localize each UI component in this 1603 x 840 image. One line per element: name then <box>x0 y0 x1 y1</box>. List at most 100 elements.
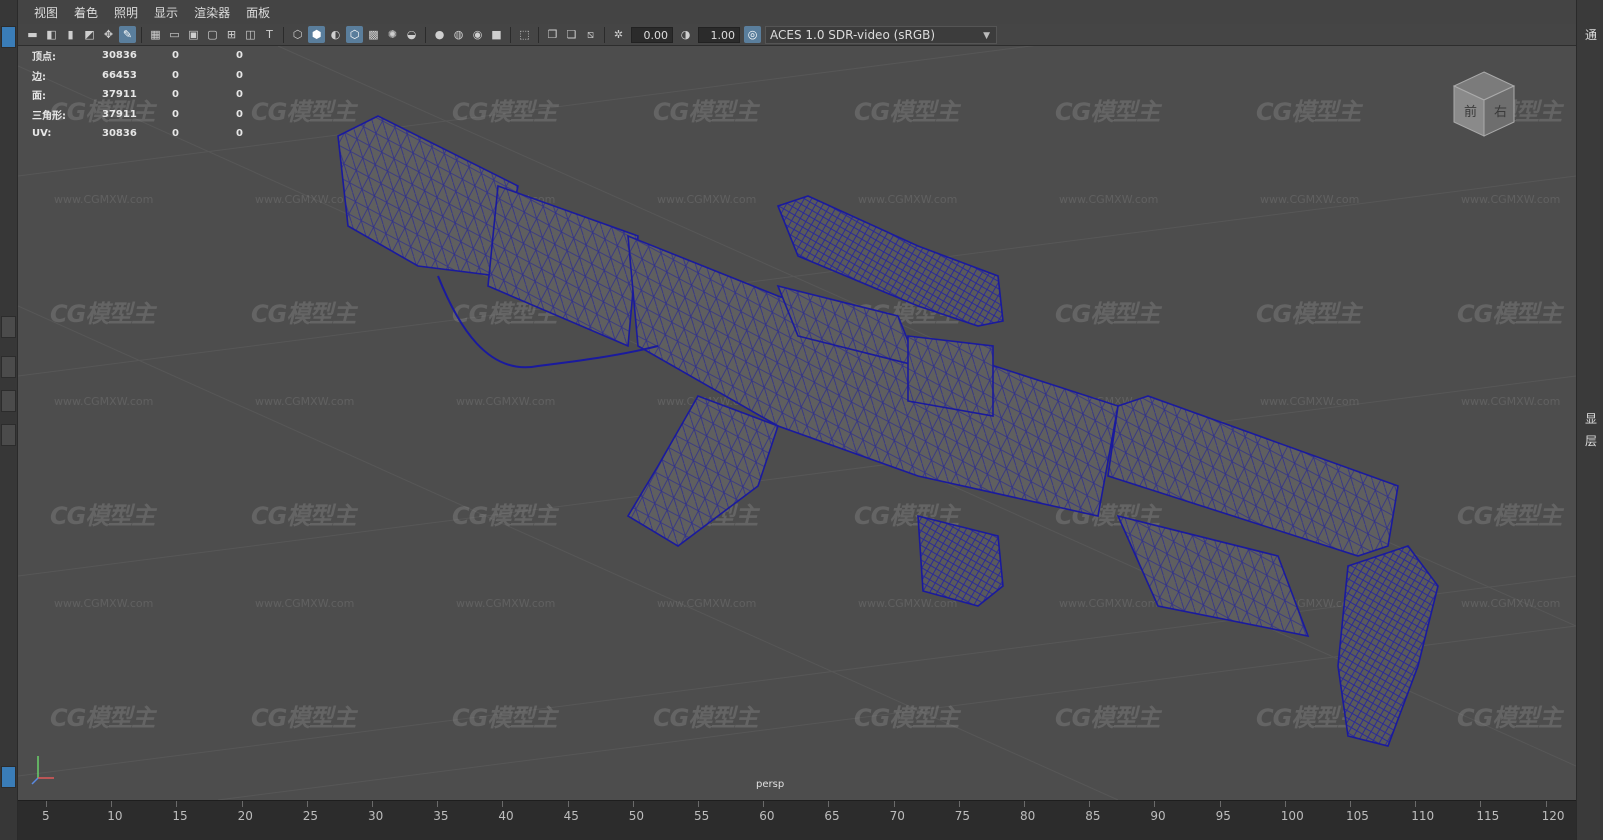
butt-pad <box>1337 545 1439 747</box>
hud-value: 0 <box>172 128 179 140</box>
time-slider[interactable]: 5 10 15 20 25 30 35 40 45 50 55 60 65 70 75 80 85 90 95 100… <box>18 800 1576 840</box>
menu-lighting[interactable]: 照明 <box>106 4 146 21</box>
exposure-field[interactable]: 0.00 <box>631 26 673 43</box>
ruler-tick <box>893 801 895 807</box>
grease-pencil-icon[interactable]: ✎ <box>119 26 136 43</box>
display-tab[interactable]: 显 <box>1585 410 1597 427</box>
ruler-frame-label: 105 <box>1346 809 1369 823</box>
shadows-icon[interactable]: ◒ <box>403 26 420 43</box>
2d-pan-icon[interactable]: ✥ <box>100 26 117 43</box>
ruler-frame-label: 80 <box>1020 809 1036 823</box>
layout-button-4[interactable] <box>1 424 16 446</box>
ruler-frame-label: 115 <box>1476 809 1500 823</box>
hud-row-uvs: UV: 30836 0 0 <box>32 124 266 144</box>
hud-label: 面: <box>32 91 46 103</box>
ruler-tick <box>437 801 439 807</box>
hud-value: 66453 <box>102 69 137 81</box>
gamma-field[interactable]: 1.00 <box>698 26 740 43</box>
hud-value: 0 <box>172 108 179 120</box>
toolbar-separator <box>283 26 284 43</box>
color-management-icon[interactable]: ◎ <box>744 26 761 43</box>
hud-value: 0 <box>236 128 243 140</box>
viewcube-front-label[interactable]: 前 <box>1464 104 1477 120</box>
safe-title-icon[interactable]: T <box>261 26 278 43</box>
ruler-tick <box>241 801 243 807</box>
channel-box-tab[interactable]: 通 <box>1585 26 1597 43</box>
menu-renderer[interactable]: 渲染器 <box>186 4 238 21</box>
anti-aliasing-icon[interactable]: ◉ <box>469 26 486 43</box>
default-material-icon[interactable]: ◐ <box>327 26 344 43</box>
3d-viewport[interactable]: CG模型主 www.CGMXW.com CG模型主 www.CGMXW.com CG模型… <box>18 46 1576 800</box>
menu-shading[interactable]: 着色 <box>66 4 106 21</box>
ruler-tick <box>958 801 960 807</box>
ruler-tick <box>698 801 699 807</box>
grid-icon[interactable]: ▦ <box>147 26 164 43</box>
ruler-tick <box>176 801 178 807</box>
ruler-frame-label: 30 <box>368 809 384 823</box>
wireframe-on-shaded-icon[interactable]: ⬡ <box>346 26 363 43</box>
hud-label: 顶点: <box>32 52 56 64</box>
toolbar-separator <box>538 26 539 43</box>
hud-value: 0 <box>236 108 243 120</box>
rifle-model[interactable] <box>18 46 1576 800</box>
ruler-tick <box>632 801 634 807</box>
hud-value: 37911 <box>102 108 137 120</box>
gate-mask-icon[interactable]: ▢ <box>204 26 221 43</box>
xray-active-icon[interactable]: ⧅ <box>582 26 599 43</box>
viewcube-right-label[interactable]: 右 <box>1494 105 1507 120</box>
view-cube[interactable]: 前 右 <box>1450 68 1518 140</box>
image-plane-icon[interactable]: ◩ <box>81 26 98 43</box>
ruler-tick <box>306 801 308 807</box>
layout-button-1[interactable] <box>1 316 16 338</box>
menu-show[interactable]: 显示 <box>146 4 186 21</box>
hud-value: 0 <box>236 69 243 81</box>
ruler-tick <box>763 801 765 807</box>
smooth-shade-icon[interactable]: ⬢ <box>308 26 325 43</box>
hud-value: 0 <box>172 89 179 101</box>
panel-toolbar: ▬ ◧ ▮ ◩ ✥ ✎ ▦ ▭ ▣ ▢ ⊞ ◫ T ⬡ ⬢ ◐ ⬡ ▩ ✺ ◒ … <box>18 24 1576 46</box>
camera-select-icon[interactable]: ▬ <box>24 26 41 43</box>
poly-count-hud: 顶点: 30836 0 0 边: 66453 0 0 面: 37911 0 0 … <box>32 46 266 144</box>
panel-menu-bar: 视图 着色 照明 显示 渲染器 面板 <box>18 0 1576 24</box>
layout-button-2[interactable] <box>1 356 16 378</box>
ruler-tick <box>1154 801 1156 807</box>
film-gate-icon[interactable]: ▭ <box>166 26 183 43</box>
ruler-frame-label: 70 <box>889 809 905 823</box>
screen-space-ao-icon[interactable]: ● <box>431 26 448 43</box>
field-chart-icon[interactable]: ⊞ <box>223 26 240 43</box>
exposure-icon[interactable]: ✲ <box>610 26 627 43</box>
layout-button-3[interactable] <box>1 390 16 412</box>
ruler-frame-label: 120 <box>1541 809 1565 823</box>
ruler-frame-label: 15 <box>172 809 188 823</box>
depth-of-field-icon[interactable]: ■ <box>488 26 505 43</box>
ruler-frame-label: 40 <box>498 809 514 823</box>
isolate-select-icon[interactable]: ⬚ <box>516 26 533 43</box>
xray-icon[interactable]: ❐ <box>544 26 561 43</box>
ruler-tick <box>567 801 569 807</box>
ruler-frame-label: 110 <box>1411 809 1435 823</box>
layer-tab[interactable]: 层 <box>1585 432 1597 449</box>
stock-body <box>1116 514 1310 638</box>
wireframe-icon[interactable]: ⬡ <box>289 26 306 43</box>
use-all-lights-icon[interactable]: ✺ <box>384 26 401 43</box>
ruler-frame-label: 20 <box>237 809 253 823</box>
ruler-tick <box>111 801 113 807</box>
motion-blur-icon[interactable]: ◍ <box>450 26 467 43</box>
xray-joints-icon[interactable]: ❏ <box>563 26 580 43</box>
ruler-tick <box>828 801 830 807</box>
safe-action-icon[interactable]: ◫ <box>242 26 259 43</box>
outliner-button[interactable] <box>1 766 16 788</box>
toolbar-separator <box>141 26 142 43</box>
menu-panels[interactable]: 面板 <box>238 4 278 21</box>
select-tool-button[interactable] <box>1 26 16 48</box>
camera-attributes-icon[interactable]: ◧ <box>43 26 60 43</box>
hud-value: 37911 <box>102 89 137 101</box>
textured-icon[interactable]: ▩ <box>365 26 382 43</box>
toolbar-separator <box>604 26 605 43</box>
menu-view[interactable]: 视图 <box>26 4 66 21</box>
resolution-gate-icon[interactable]: ▣ <box>185 26 202 43</box>
view-transform-dropdown[interactable]: ACES 1.0 SDR-video (sRGB) ▼ <box>765 25 997 44</box>
gamma-icon[interactable]: ◑ <box>677 26 694 43</box>
ruler-tick <box>1089 801 1091 807</box>
bookmark-icon[interactable]: ▮ <box>62 26 79 43</box>
